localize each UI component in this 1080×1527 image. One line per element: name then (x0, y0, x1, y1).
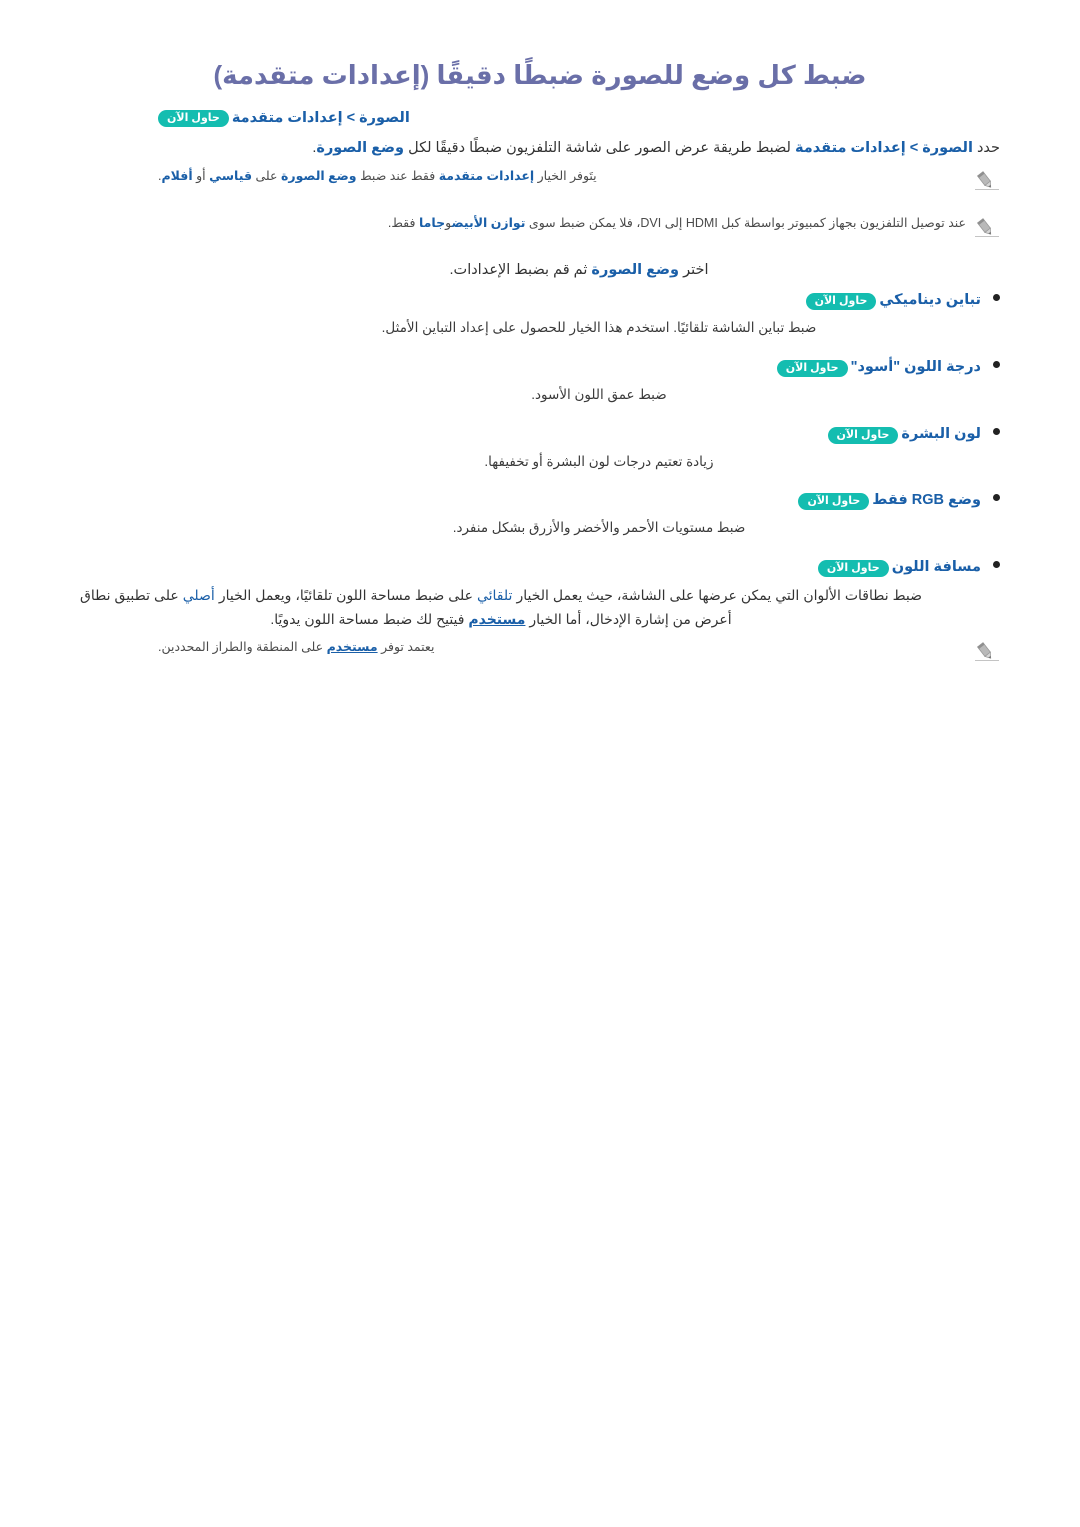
bullet-dot-icon (993, 294, 1000, 302)
intro-paragraph: حدد الصورة > إعدادات متقدمة لضبط طريقة ع… (80, 137, 1000, 161)
pencil-icon (974, 639, 1000, 663)
try-now-badge-dynamic-contrast[interactable]: حاول الآن (805, 293, 877, 311)
bullet-desc-dynamic-contrast: ضبط تباين الشاشة تلقائيًا. استخدم هذا ال… (381, 320, 817, 336)
color-space-pre: ضبط نطاقات الألوان التي يمكن عرضها على ا… (516, 587, 923, 604)
bullet-head-black-tone[interactable]: درجة اللون "أسود" حاول الآن (120, 359, 1000, 378)
bullet-head-rgb-only-mode[interactable]: وضع RGB فقط حاول الآن (120, 492, 1000, 511)
note-row-custom-availability: يعتمد توفر مستخدم على المنطقة والطراز ال… (80, 638, 1000, 663)
note3-keyword-custom: مستخدم (326, 639, 378, 654)
note-text-hdmi-dvi: عند توصيل التلفزيون بجهاز كمبيوتر بواسطة… (158, 214, 966, 233)
bullet-desc-black-tone: ضبط عمق اللون الأسود. (531, 387, 667, 403)
select-line-pre: اختر (683, 262, 709, 279)
intro-breadcrumb-keyword: الصورة > إعدادات متقدمة (794, 140, 973, 157)
try-now-badge-color-space[interactable]: حاول الآن (817, 560, 889, 578)
note1-mid1: فقط عند ضبط (360, 169, 436, 184)
try-now-badge-rgb-only-mode[interactable]: حاول الآن (798, 493, 870, 511)
bullet-dot-icon (993, 494, 1000, 502)
list-item: وضع RGB فقط حاول الآن ضبط مستويات الأحمر … (120, 492, 1000, 539)
breadcrumb-row: الصورة > إعدادات متقدمةحاول الآن (80, 109, 1000, 128)
note2-end: فقط. (387, 216, 416, 231)
note-text-advanced-settings: يتَوفر الخيار إعدادات متقدمة فقط عند ضبط… (158, 167, 966, 186)
breadcrumb[interactable]: الصورة > إعدادات متقدمة (232, 110, 410, 126)
page-title: ضبط كل وضع للصورة ضبطًا دقيقًا (إعدادات … (213, 60, 867, 90)
note2-pre: عند توصيل التلفزيون بجهاز كمبيوتر بواسطة… (528, 216, 966, 231)
try-now-badge-flesh-tone[interactable]: حاول الآن (827, 426, 899, 444)
color-space-keyword-native: أصلي (182, 587, 215, 604)
bullet-label-color-space[interactable]: مسافة اللون (892, 559, 981, 575)
list-item: مسافة اللون حاول الآن (120, 559, 1000, 578)
bullet-label-flesh-tone[interactable]: لون البشرة (901, 426, 981, 442)
note2-keyword-gamma: جاما (418, 216, 446, 231)
list-item: تباين ديناميكي حاول الآن ضبط تباين الشاشة… (120, 292, 1000, 339)
intro-lead: حدد (976, 140, 1000, 157)
try-now-badge-black-tone[interactable]: حاول الآن (776, 359, 848, 378)
try-now-badge-breadcrumb[interactable]: حاول الآن (158, 110, 229, 128)
note1-mid2: على (255, 169, 278, 184)
bullet-dot-icon (993, 427, 1000, 435)
color-space-keyword-auto: تلقائي (476, 587, 513, 604)
page-content: ضبط كل وضع للصورة ضبطًا دقيقًا (إعدادات … (80, 58, 1000, 665)
bullet-desc-rgb-only-mode: ضبط مستويات الأحمر والأخضر والأزرق بشكل … (452, 520, 746, 536)
select-line-post: ثم قم بضبط الإعدادات. (449, 262, 588, 279)
note-text-custom-availability: يعتمد توفر مستخدم على المنطقة والطراز ال… (158, 638, 966, 657)
note1-keyword-advanced: إعدادات متقدمة (438, 169, 535, 184)
bullet-head-dynamic-contrast[interactable]: تباين ديناميكي حاول الآن (120, 292, 1000, 311)
bullet-label-rgb-only-mode[interactable]: وضع RGB فقط (872, 492, 981, 508)
note1-pre: يتَوفر الخيار (537, 169, 597, 184)
note3-post: على المنطقة والطراز المحددين. (158, 639, 324, 654)
note1-keyword-movie: أفلام (161, 169, 193, 184)
intro-middle: لضبط طريقة عرض الصور على شاشة التلفزيون … (408, 140, 791, 157)
note2-keyword-white-balance: توازن الأبيض (451, 216, 526, 231)
pencil-icon (974, 168, 1000, 192)
color-space-description: ضبط نطاقات الألوان التي يمكن عرضها على ا… (80, 584, 1000, 632)
bullet-head-flesh-tone[interactable]: لون البشرة حاول الآن (120, 426, 1000, 444)
select-picture-mode-line: اختر وضع الصورة ثم قم بضبط الإعدادات. (80, 259, 1000, 282)
note1-keyword-standard: قياسي (209, 169, 253, 184)
color-space-keyword-custom: مستخدم (468, 610, 526, 627)
bullet-label-black-tone[interactable]: درجة اللون "أسود" (851, 359, 981, 375)
document-page: ضبط كل وضع للصورة ضبطًا دقيقًا (إعدادات … (0, 0, 1080, 1527)
color-space-mid: على ضبط مساحة اللون تلقائيًا، ويعمل الخي… (218, 587, 473, 604)
note-row-hdmi-dvi: عند توصيل التلفزيون بجهاز كمبيوتر بواسطة… (80, 214, 1000, 239)
bullet-desc-flesh-tone: زيادة تعتيم درجات لون البشرة أو تخفيفها. (484, 453, 714, 469)
list-item: لون البشرة حاول الآن زيادة تعتيم درجات لو… (120, 426, 1000, 473)
select-line-keyword: وضع الصورة (591, 262, 680, 279)
settings-bullet-list: تباين ديناميكي حاول الآن ضبط تباين الشاشة… (80, 292, 1000, 578)
pencil-icon (974, 215, 1000, 239)
bullet-label-dynamic-contrast[interactable]: تباين ديناميكي (879, 292, 981, 308)
note-row-advanced-settings: يتَوفر الخيار إعدادات متقدمة فقط عند ضبط… (80, 167, 1000, 192)
bullet-head-color-space[interactable]: مسافة اللون حاول الآن (120, 559, 1000, 578)
note1-keyword-picture-mode: وضع الصورة (281, 169, 357, 184)
bullet-dot-icon (993, 561, 1000, 569)
note1-mid3: أو (196, 169, 206, 184)
bullet-dot-icon (993, 360, 1000, 368)
intro-picture-mode-keyword: وضع الصورة (316, 140, 405, 157)
note3-pre: يعتمد توفر (381, 639, 435, 654)
color-space-end: فيتيح لك ضبط مساحة اللون يدويًا. (270, 610, 465, 627)
list-item: درجة اللون "أسود" حاول الآن ضبط عمق اللون… (120, 359, 1000, 406)
